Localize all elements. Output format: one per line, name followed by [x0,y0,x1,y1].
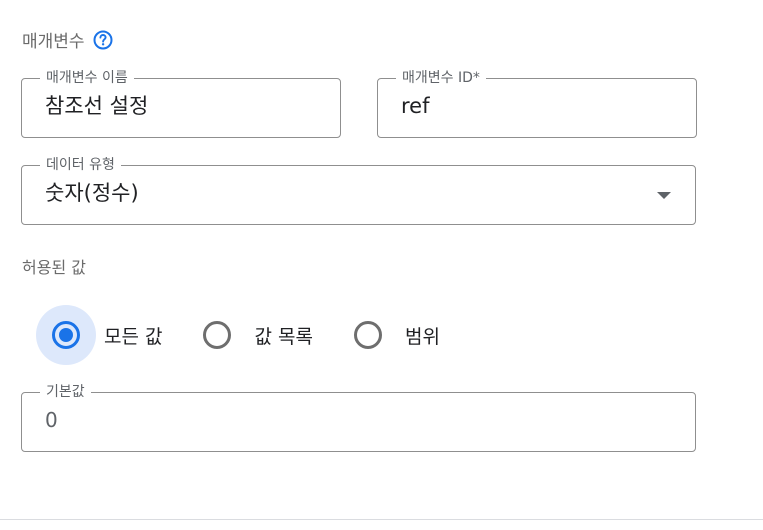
dropdown-arrow-icon[interactable] [657,192,671,199]
parameter-id-field[interactable]: 매개변수 ID* ref [377,68,697,138]
radio-value-list[interactable]: 값 목록 [202,305,313,365]
allowed-values-radio-group: 모든 값 값 목록 범위 [36,305,480,365]
default-value-field[interactable]: 기본값 0 [21,382,696,452]
radio-dot [59,328,73,342]
data-type-value[interactable]: 숫자(정수) [45,178,139,208]
radio-button-unchecked-icon[interactable] [203,321,232,349]
default-value-label: 기본값 [40,382,91,402]
parameter-form: 매개변수 매개변수 이름 참조선 설정 매개변수 ID* ref 데이터 유형 … [0,0,763,530]
data-type-select[interactable]: 데이터 유형 숫자(정수) [21,155,696,225]
parameter-id-value[interactable]: ref [401,91,430,121]
parameter-id-label: 매개변수 ID* [396,68,486,88]
allowed-values-title: 허용된 값 [22,258,86,277]
radio-button-checked-icon[interactable] [52,321,80,349]
radio-all-values-label[interactable]: 모든 값 [104,322,162,349]
radio-range-label[interactable]: 범위 [405,322,440,349]
section-title: 매개변수 [22,32,85,52]
radio-range[interactable]: 범위 [353,305,440,365]
radio-halo [36,305,96,365]
help-circle-icon[interactable] [93,30,113,50]
data-type-label: 데이터 유형 [40,155,121,175]
parameter-name-label: 매개변수 이름 [40,68,134,88]
parameter-name-value[interactable]: 참조선 설정 [45,91,148,121]
radio-all-values[interactable]: 모든 값 [36,305,162,365]
section-header: 매개변수 [22,27,113,52]
radio-halo [353,320,383,350]
default-value-input[interactable]: 0 [45,405,58,435]
radio-button-unchecked-icon[interactable] [353,321,382,349]
bottom-divider [0,519,763,520]
parameter-name-field[interactable]: 매개변수 이름 참조선 설정 [21,68,341,138]
radio-value-list-label[interactable]: 값 목록 [254,322,312,349]
radio-halo [202,320,232,350]
